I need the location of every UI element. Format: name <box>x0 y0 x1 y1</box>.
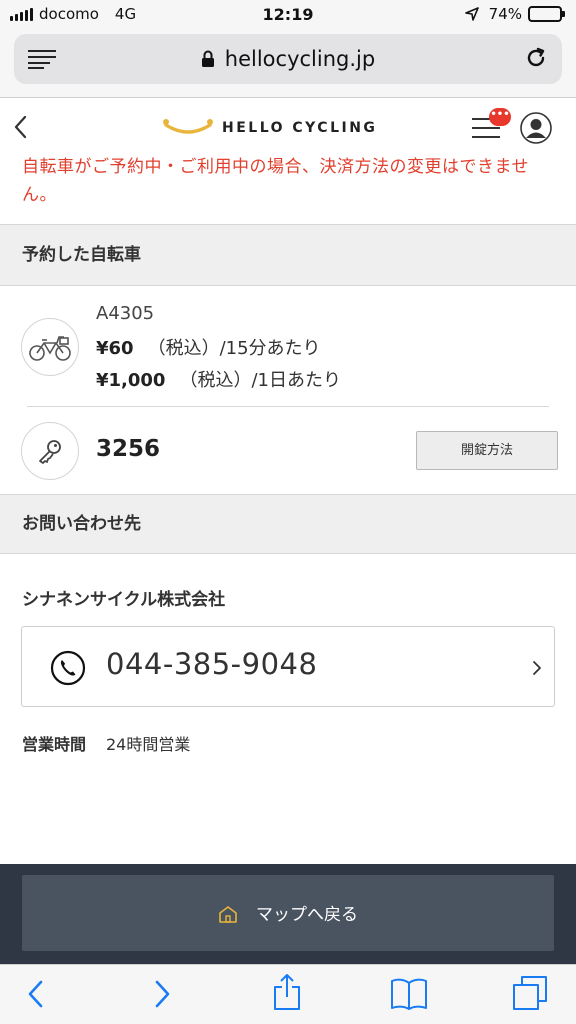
bike-id: A4305 <box>96 303 155 324</box>
tabs-icon[interactable] <box>512 975 548 1011</box>
error-message: 自転車がご予約中・ご利用中の場合、決済方法の変更はできません。 <box>22 157 529 205</box>
url-field[interactable]: hellocycling.jp <box>14 34 562 84</box>
phone-call-button[interactable]: 044-385-9048 <box>21 626 555 707</box>
section-header-contact: お問い合わせ先 <box>0 494 576 554</box>
business-hours-value: 24時間営業 <box>106 735 191 754</box>
browser-forward-icon[interactable] <box>152 977 172 1011</box>
back-to-map-content: マップへ戻る <box>22 900 554 925</box>
company-name: シナネンサイクル株式会社 <box>22 590 226 610</box>
book-icon[interactable] <box>390 977 428 1011</box>
price-15min-amount: ¥60 <box>96 338 134 359</box>
price-day-note: （税込）/1日あたり <box>179 370 341 391</box>
phone-number: 044-385-9048 <box>106 647 318 681</box>
business-hours-label: 営業時間 <box>22 735 87 754</box>
browser-toolbar <box>0 964 576 1024</box>
price-15min-note: （税込）/15分あたり <box>147 338 321 359</box>
status-right: 74% <box>464 5 565 23</box>
back-to-map-button[interactable]: マップへ戻る <box>22 875 554 951</box>
user-avatar-icon[interactable] <box>520 112 552 144</box>
url-text: hellocycling.jp <box>224 47 376 71</box>
url-display[interactable]: hellocycling.jp <box>14 47 562 71</box>
bottom-panel: マップへ戻る <box>0 864 576 964</box>
browser-back-icon[interactable] <box>26 977 46 1011</box>
network-type: 4G <box>114 5 137 23</box>
browser-address-bar: hellocycling.jp <box>0 30 576 98</box>
bicycle-icon-circle <box>21 318 79 376</box>
chevron-left-icon[interactable] <box>12 113 30 141</box>
back-to-map-label: マップへ戻る <box>256 905 358 925</box>
bike-passcode: 3256 <box>96 436 161 462</box>
unlock-method-button[interactable]: 開錠方法 <box>416 431 558 470</box>
key-icon <box>39 440 61 464</box>
location-arrow-icon <box>464 7 479 21</box>
phone-icon <box>50 650 86 686</box>
status-bar: docomo 4G 12:19 74% <box>0 0 576 30</box>
price-day-amount: ¥1,000 <box>96 370 166 391</box>
bicycle-icon <box>29 336 71 361</box>
lock-icon <box>201 50 214 67</box>
chevron-right-icon <box>533 661 541 675</box>
brand-logo[interactable]: HELLO CYCLING <box>162 117 377 139</box>
notification-badge[interactable]: ••• <box>489 108 511 126</box>
section-header-reserved-bike: 予約した自転車 <box>0 224 576 286</box>
hello-cycling-logo-icon <box>163 119 213 134</box>
battery-icon <box>528 6 565 22</box>
signal-icon <box>10 7 33 21</box>
brand-name: HELLO CYCLING <box>222 120 378 136</box>
site-header: HELLO CYCLING ••• <box>0 99 576 157</box>
price-day: ¥1,000 （税込）/1日あたり <box>96 366 341 392</box>
price-15min: ¥60 （税込）/15分あたり <box>96 334 321 360</box>
reload-icon[interactable] <box>524 46 548 70</box>
status-left: docomo 4G <box>10 5 136 23</box>
home-icon <box>219 906 237 923</box>
key-icon-circle <box>21 422 79 480</box>
divider <box>27 406 549 407</box>
battery-percent: 74% <box>488 5 522 23</box>
carrier-name: docomo <box>39 5 99 23</box>
share-icon[interactable] <box>272 973 302 1011</box>
